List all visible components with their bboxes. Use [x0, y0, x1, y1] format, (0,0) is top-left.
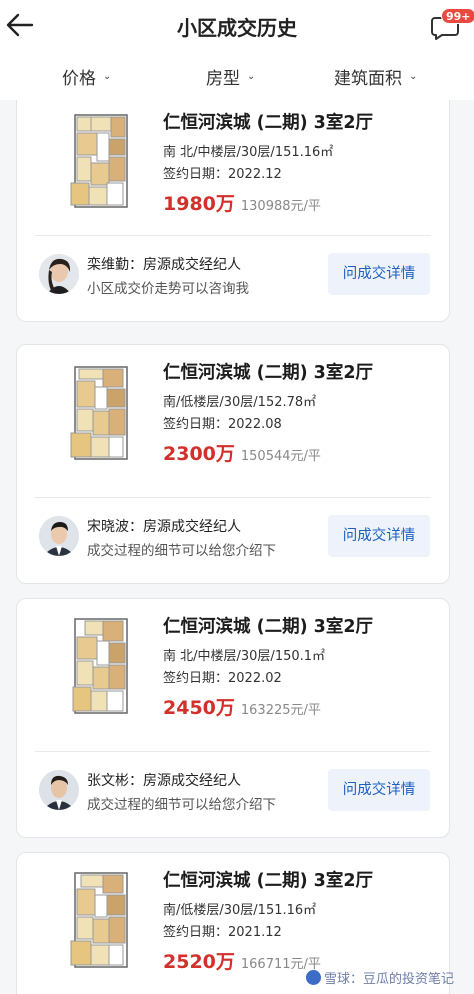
ask-details-button[interactable]: 问成交详情: [328, 769, 430, 811]
header: 小区成交历史 99+: [0, 0, 474, 50]
total-price: 2520万: [163, 951, 235, 973]
divider: [35, 497, 431, 498]
divider: [35, 751, 431, 752]
unit-price: 150544元/平: [240, 449, 321, 464]
filter-label: 建筑面积: [334, 69, 402, 89]
agent-name: 宋晓波：房源成交经纪人: [87, 519, 241, 535]
chevron-down-icon: ⌄: [103, 71, 112, 82]
sign-date: 签约日期：2022.02: [163, 671, 282, 686]
listing-title: 仁恒河滨城 (二期) 3室2厅: [163, 113, 374, 133]
divider: [35, 235, 431, 236]
sign-date: 签约日期：2022.08: [163, 417, 282, 432]
transaction-card[interactable]: 仁恒河滨城 (二期) 3室2厅 南 北/中楼层/30层/151.16㎡ 签约日期…: [16, 100, 450, 322]
price-block: 2520万 166711元/平: [163, 947, 321, 974]
agent-name: 栾维勤：房源成交经纪人: [87, 257, 241, 273]
agent-avatar[interactable]: [39, 770, 79, 810]
unit-price: 163225元/平: [240, 703, 321, 718]
price-block: 2450万 163225元/平: [163, 693, 321, 720]
listing-title: 仁恒河滨城 (二期) 3室2厅: [163, 363, 374, 383]
listing-title: 仁恒河滨城 (二期) 3室2厅: [163, 871, 374, 891]
ask-details-button[interactable]: 问成交详情: [328, 515, 430, 557]
transaction-card[interactable]: 仁恒河滨城 (二期) 3室2厅 南/低楼层/30层/152.78㎡ 签约日期：2…: [16, 344, 450, 584]
page-title: 小区成交历史: [177, 16, 297, 40]
watermark-text: 雪球：豆瓜的投资笔记: [324, 972, 455, 987]
sign-date: 签约日期：2022.12: [163, 167, 282, 182]
transaction-card[interactable]: 仁恒河滨城 (二期) 3室2厅 南 北/中楼层/30层/150.1㎡ 签约日期：…: [16, 598, 450, 838]
transaction-list: 仁恒河滨城 (二期) 3室2厅 南 北/中楼层/30层/151.16㎡ 签约日期…: [0, 100, 474, 994]
listing-meta: 南/低楼层/30层/151.16㎡: [163, 903, 317, 918]
agent-avatar[interactable]: [39, 254, 79, 294]
floor-plan-image: [61, 867, 139, 971]
filter-bar: 价格 ⌄ 房型 ⌄ 建筑面积 ⌄: [0, 50, 474, 100]
listing-meta: 南 北/中楼层/30层/151.16㎡: [163, 145, 334, 160]
snowball-logo-icon: [306, 970, 321, 985]
total-price: 1980万: [163, 193, 235, 215]
agent-avatar[interactable]: [39, 516, 79, 556]
agent-name: 张文彬：房源成交经纪人: [87, 773, 241, 789]
total-price: 2300万: [163, 443, 235, 465]
agent-tip: 成交过程的细节可以给您介绍下: [87, 543, 276, 559]
total-price: 2450万: [163, 697, 235, 719]
agent-tip: 小区成交价走势可以咨询我: [87, 281, 249, 297]
agent-tip: 成交过程的细节可以给您介绍下: [87, 797, 276, 813]
watermark: 雪球：豆瓜的投资笔记: [306, 968, 454, 987]
floor-plan-image: [61, 359, 139, 463]
filter-price[interactable]: 价格 ⌄: [62, 64, 111, 89]
filter-area[interactable]: 建筑面积 ⌄: [334, 64, 417, 89]
ask-details-button[interactable]: 问成交详情: [328, 253, 430, 295]
floor-plan-image: [61, 107, 139, 211]
chevron-down-icon: ⌄: [247, 71, 256, 82]
price-block: 2300万 150544元/平: [163, 439, 321, 466]
price-block: 1980万 130988元/平: [163, 189, 321, 216]
chevron-down-icon: ⌄: [409, 71, 418, 82]
filter-label: 房型: [206, 69, 240, 89]
message-count-badge: 99+: [441, 8, 474, 24]
unit-price: 130988元/平: [240, 199, 321, 214]
listing-meta: 南/低楼层/30层/152.78㎡: [163, 395, 317, 410]
listing-meta: 南 北/中楼层/30层/150.1㎡: [163, 649, 326, 664]
floor-plan-image: [61, 613, 139, 717]
filter-layout[interactable]: 房型 ⌄: [206, 64, 255, 89]
sign-date: 签约日期：2021.12: [163, 925, 282, 940]
filter-label: 价格: [62, 69, 96, 89]
listing-title: 仁恒河滨城 (二期) 3室2厅: [163, 617, 374, 637]
